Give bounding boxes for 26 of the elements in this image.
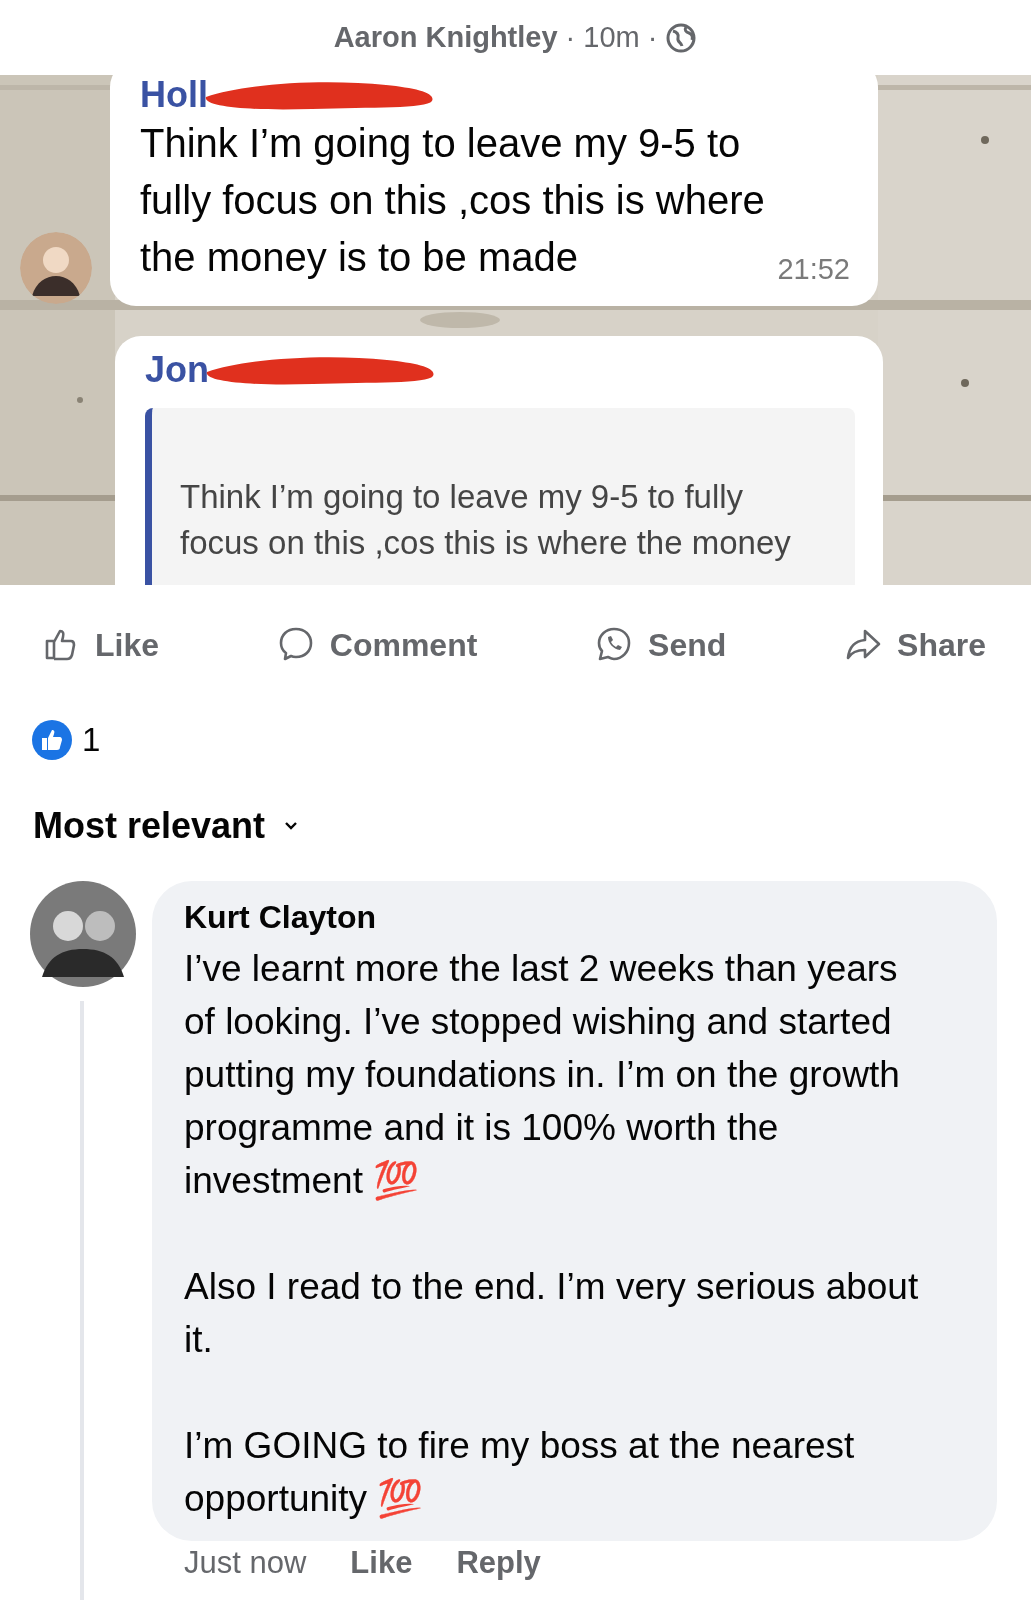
post-time: 10m [583,21,640,54]
comment-link[interactable]: Like [350,1545,413,1581]
comment-text: I’ve learnt more the last 2 weeks than years of looking. I’ve stopped wishing and started putting my foundations in. I’m on the growth programme and it is 100% worth the investment 💯 [184,947,901,1203]
like-button[interactable]: Like [43,622,160,668]
sort-dropdown[interactable]: Most relevant [33,805,300,847]
comment-text: Also I read to the end. I’m very serious about it. [184,1265,920,1362]
sender-name: Holl [140,75,208,116]
comment-text: I’m GOING to fire my boss at the nearest opportunity 💯 [184,1424,856,1521]
quote-text: Think I’m going to leave my 9-5 to fully focus on this ,cos this is where the money [180,477,792,563]
share-button[interactable]: Share [845,622,986,668]
comment-time: Just now [184,1545,307,1581]
globe-icon [665,21,698,54]
sender-name: Jon [145,349,209,391]
message-text: Think I’m going to leave my 9-5 to fully focus on this ,cos this is where the money is to be made [140,120,766,281]
comment-button[interactable]: Comment [277,622,478,668]
commenter-name[interactable]: Kurt Clayton [184,899,947,936]
message-time: 21:52 [777,253,850,286]
separator-dot: · [565,21,576,54]
comment-link[interactable]: Reply [456,1545,541,1581]
send-button[interactable]: Send [596,622,727,668]
thumbs-up-icon [32,720,72,760]
chevron-down-icon [283,821,300,831]
separator-dot: · [647,21,658,54]
avatar [20,232,92,304]
reaction-count[interactable]: 1 [82,721,101,759]
author-name[interactable]: Aaron Knightley [333,21,558,54]
